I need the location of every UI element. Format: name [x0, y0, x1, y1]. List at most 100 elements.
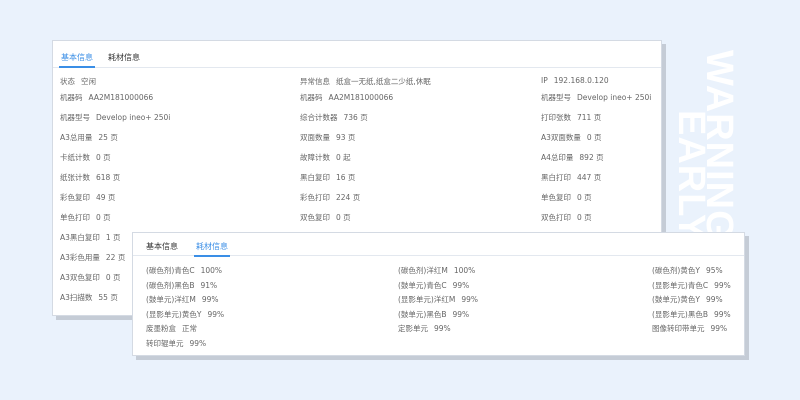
- field-label: (碳色剂)青色C: [146, 266, 195, 275]
- info-field: 黑白打印 447 页: [541, 172, 601, 183]
- field-value: 99%: [452, 281, 470, 290]
- field-value: 49 页: [96, 193, 116, 202]
- field-value: 91%: [200, 281, 218, 290]
- info-field: 打印张数 711 页: [541, 112, 601, 123]
- tab-basic-info[interactable]: 基本信息: [146, 241, 178, 252]
- info-field: A3总用量 25 页: [60, 132, 118, 143]
- field-label: 异常信息: [300, 77, 330, 86]
- info-field: A4总印量 892 页: [541, 152, 604, 163]
- field-value: 711 页: [577, 113, 602, 122]
- tab-basic-info[interactable]: 基本信息: [59, 52, 95, 68]
- field-value: 0 页: [586, 133, 602, 142]
- info-field: A3黑白复印 1 页: [60, 232, 121, 243]
- info-field: 双面数量 93 页: [300, 132, 355, 143]
- field-label: (显影单元)青色C: [652, 281, 709, 290]
- info-field: (碳色剂)黄色Y 95%: [652, 265, 723, 276]
- field-label: 单色复印: [541, 193, 571, 202]
- field-value: 99%: [189, 339, 207, 348]
- field-value: 99%: [714, 310, 731, 319]
- info-field: 双色打印 0 页: [541, 212, 592, 223]
- info-field: A3双色复印 0 页: [60, 272, 121, 283]
- info-field: 机器码 AA2M181000066: [300, 92, 393, 103]
- field-label: 图像转印带单元: [652, 324, 705, 333]
- info-field: 纸张计数 618 页: [60, 172, 120, 183]
- field-value: 100%: [453, 266, 476, 275]
- field-value: 0 页: [577, 193, 592, 202]
- field-value: 99%: [201, 295, 219, 304]
- field-value: 0 起: [336, 153, 351, 162]
- field-value: 纸盒一无纸,纸盒二少纸,休眠: [336, 77, 431, 86]
- field-label: A3双色复印: [60, 273, 100, 282]
- field-label: (碳色剂)黄色Y: [652, 266, 700, 275]
- info-field: 机器码 AA2M181000066: [60, 92, 153, 103]
- tab-consumables[interactable]: 耗材信息: [108, 52, 140, 63]
- field-value: 正常: [182, 324, 197, 333]
- info-field: 定影单元 99%: [398, 323, 451, 334]
- field-label: 转印辊单元: [146, 339, 184, 348]
- field-label: 卡纸计数: [60, 153, 90, 162]
- info-field: (鼓单元)黄色Y 99%: [652, 294, 723, 305]
- field-value: 99%: [705, 295, 723, 304]
- info-field: 单色复印 0 页: [541, 192, 592, 203]
- consumables-card: 基本信息 耗材信息 (碳色剂)青色C 100% (碳色剂)黑色B 91% (鼓单元)洋红M 9…: [132, 232, 745, 356]
- field-label: (显影单元)洋红M: [398, 295, 456, 304]
- field-value: 192.168.0.120: [553, 76, 609, 85]
- info-field: (碳色剂)洋红M 100%: [398, 265, 475, 276]
- info-field: 异常信息 纸盒一无纸,纸盒二少纸,休眠: [300, 76, 431, 87]
- tab-consumables[interactable]: 耗材信息: [194, 241, 230, 257]
- field-value: 55 页: [98, 293, 118, 302]
- field-label: (显影单元)黑色B: [652, 310, 708, 319]
- info-field: 彩色复印 49 页: [60, 192, 115, 203]
- info-field: A3双面数量 0 页: [541, 132, 602, 143]
- watermark-early: EARLY: [670, 110, 712, 241]
- info-field: (显影单元)洋红M 99%: [398, 294, 478, 305]
- field-value: 618 页: [96, 173, 121, 182]
- field-label: 机器型号: [60, 113, 90, 122]
- field-value: 0 页: [96, 153, 111, 162]
- field-label: 打印张数: [541, 113, 571, 122]
- info-field: 机器型号 Develop ineo+ 250i: [60, 112, 170, 123]
- info-field: (显影单元)青色C 99%: [652, 280, 731, 291]
- field-value: 447 页: [577, 173, 602, 182]
- field-label: 彩色复印: [60, 193, 90, 202]
- info-field: A3彩色用量 22 页: [60, 252, 125, 263]
- field-label: 故障计数: [300, 153, 330, 162]
- info-field: IP 192.168.0.120: [541, 76, 609, 85]
- field-value: 25 页: [98, 133, 118, 142]
- field-value: 99%: [207, 310, 225, 319]
- field-value: 99%: [461, 295, 478, 304]
- field-label: 双色复印: [300, 213, 330, 222]
- field-value: AA2M181000066: [88, 93, 154, 102]
- field-label: (碳色剂)洋红M: [398, 266, 448, 275]
- field-label: 机器码: [300, 93, 323, 102]
- field-label: 黑白打印: [541, 173, 571, 182]
- field-value: 892 页: [579, 153, 604, 162]
- field-value: 0 页: [577, 213, 592, 222]
- field-label: 黑白复印: [300, 173, 330, 182]
- field-label: IP: [541, 76, 548, 85]
- field-label: (碳色剂)黑色B: [146, 281, 195, 290]
- field-value: Develop ineo+ 250i: [96, 113, 171, 122]
- info-field: 图像转印带单元 99%: [652, 323, 727, 334]
- field-value: 0 页: [105, 273, 121, 282]
- field-value: 100%: [200, 266, 223, 275]
- field-value: Develop ineo+ 250i: [577, 93, 652, 102]
- field-label: A3扫描数: [60, 293, 93, 302]
- field-label: A3黑白复印: [60, 233, 100, 242]
- field-label: 双色打印: [541, 213, 571, 222]
- field-label: 纸张计数: [60, 173, 90, 182]
- field-value: 空闲: [81, 77, 96, 86]
- info-field: (鼓单元)黑色B 99%: [398, 309, 469, 320]
- info-field: 双色复印 0 页: [300, 212, 351, 223]
- info-field: A3扫描数 55 页: [60, 292, 118, 303]
- info-field: 转印辊单元 99%: [146, 338, 206, 349]
- field-label: (鼓单元)黑色B: [398, 310, 447, 319]
- field-value: 99%: [714, 281, 731, 290]
- info-field: (鼓单元)洋红M 99%: [146, 294, 219, 305]
- field-value: 99%: [710, 324, 728, 333]
- field-value: 99%: [434, 324, 451, 333]
- field-label: 单色打印: [60, 213, 90, 222]
- info-field: 黑白复印 16 页: [300, 172, 355, 183]
- field-label: 综合计数器: [300, 113, 338, 122]
- field-label: (鼓单元)黄色Y: [652, 295, 700, 304]
